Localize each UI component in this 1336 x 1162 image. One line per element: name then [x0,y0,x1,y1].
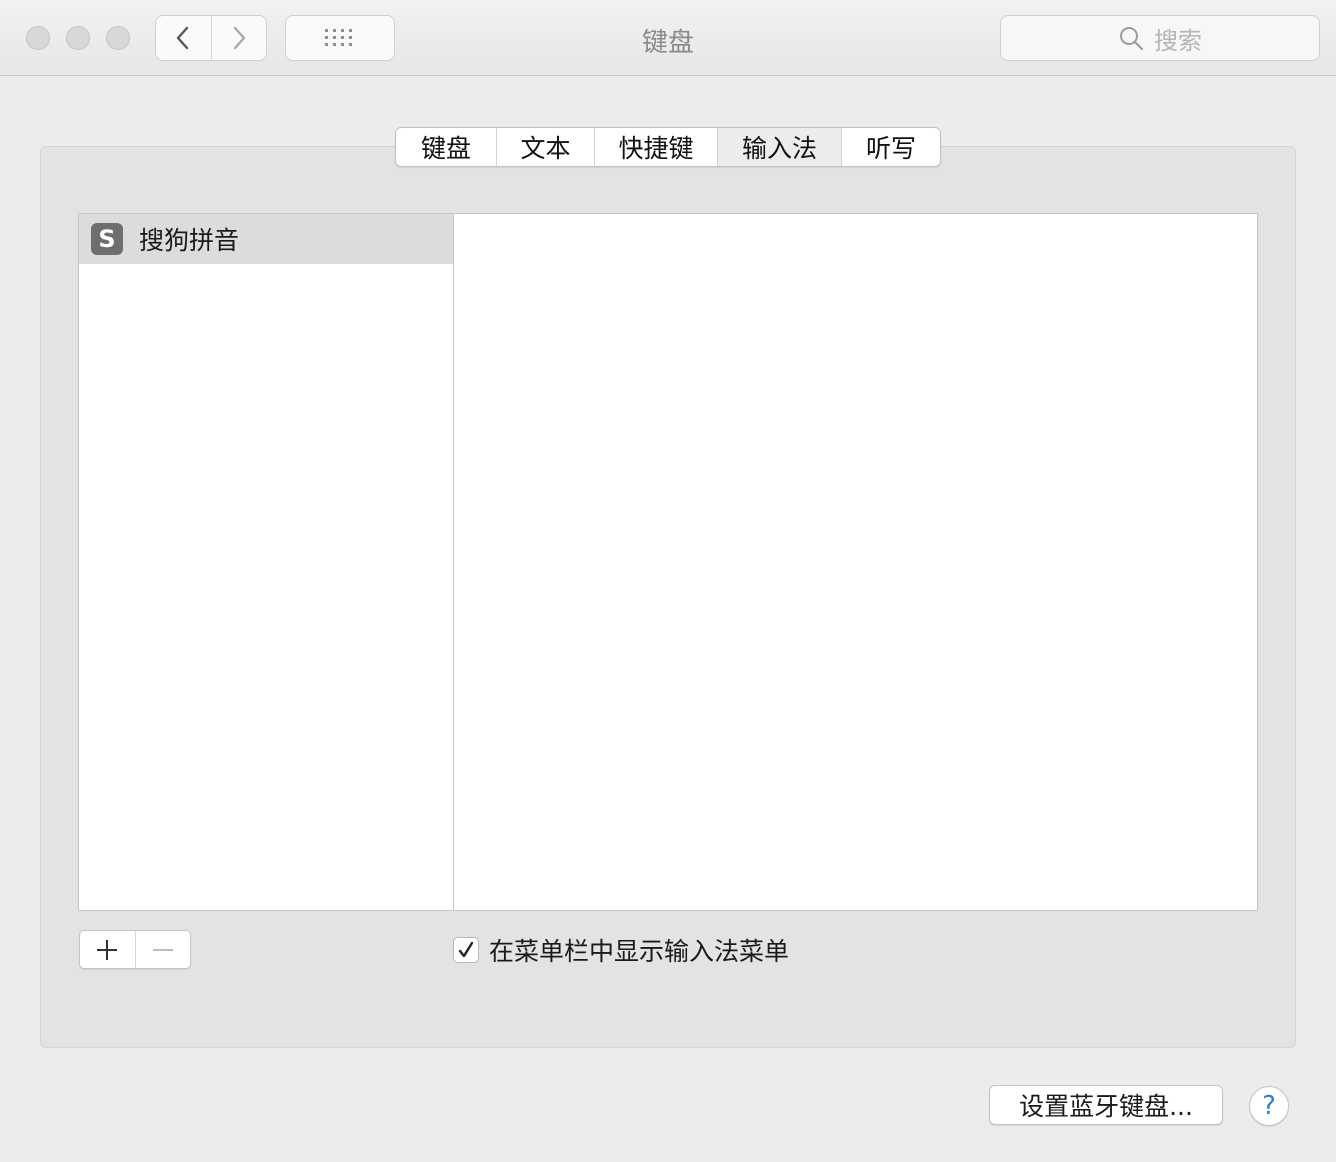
preferences-window: 键盘 搜索 键盘 文本 快捷键 输入法 听写 S 搜狗拼音 在菜单栏中显示输入法… [0,0,1336,1162]
tab-shortcuts[interactable]: 快捷键 [594,128,717,166]
input-source-label: 搜狗拼音 [139,226,240,255]
sogou-icon: S [91,223,123,255]
setup-bluetooth-keyboard-button[interactable]: 设置蓝牙键盘... [989,1085,1223,1125]
tab-text[interactable]: 文本 [496,128,594,166]
show-input-menu-checkbox[interactable] [453,937,479,963]
search-placeholder: 搜索 [1154,26,1202,55]
help-button[interactable]: ? [1249,1086,1289,1126]
tab-bar: 键盘 文本 快捷键 输入法 听写 [395,127,941,167]
checkmark-icon [458,941,474,958]
input-source-list: S 搜狗拼音 [78,213,454,911]
help-icon: ? [1262,1091,1276,1121]
minus-icon [152,948,173,951]
search-field[interactable]: 搜索 [1000,15,1320,61]
input-source-detail [453,213,1258,911]
add-input-source-button[interactable] [80,931,135,968]
search-icon [1120,27,1144,51]
show-input-menu-label: 在菜单栏中显示输入法菜单 [489,937,790,966]
add-remove-control [79,930,191,969]
tab-dictation[interactable]: 听写 [841,128,940,166]
remove-input-source-button[interactable] [134,931,190,968]
plus-icon [97,939,118,960]
title-bar: 键盘 搜索 [0,0,1336,76]
tab-input-sources[interactable]: 输入法 [717,128,841,166]
tab-keyboard[interactable]: 键盘 [396,128,496,166]
list-item[interactable]: S 搜狗拼音 [79,214,453,264]
show-input-menu-option: 在菜单栏中显示输入法菜单 [453,932,789,968]
